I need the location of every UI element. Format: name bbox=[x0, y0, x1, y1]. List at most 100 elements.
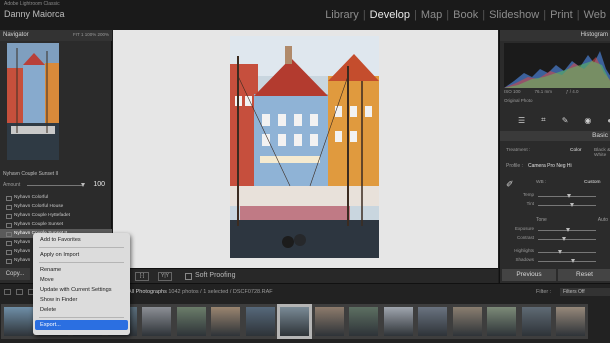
previous-button[interactable]: Previous bbox=[502, 269, 556, 281]
app-name: Adobe Lightroom Classic bbox=[4, 1, 60, 7]
wb-select[interactable]: Custom bbox=[584, 180, 601, 185]
menu-item-rename[interactable]: Rename bbox=[33, 265, 130, 275]
exif-info: ISO 100 76.1 mm ƒ / 4.0 bbox=[504, 89, 610, 94]
menu-item-move[interactable]: Move bbox=[33, 275, 130, 285]
filter-select[interactable]: Filters Off bbox=[560, 288, 610, 296]
amount-slider-thumb[interactable] bbox=[80, 183, 85, 187]
module-book[interactable]: Book bbox=[453, 9, 478, 21]
before-after-view-button[interactable]: Y|Y bbox=[158, 272, 172, 281]
crop-icon[interactable]: ⌗ bbox=[541, 115, 546, 125]
histogram bbox=[504, 43, 610, 88]
navigator-preview[interactable] bbox=[7, 43, 59, 160]
filmstrip-source: All Photographs bbox=[128, 289, 167, 295]
main-photo[interactable] bbox=[230, 36, 379, 258]
tint-slider[interactable]: Tint bbox=[504, 201, 609, 209]
filmstrip-thumbnail[interactable] bbox=[346, 304, 381, 339]
image-canvas[interactable] bbox=[113, 30, 498, 268]
slider-thumb[interactable] bbox=[557, 250, 562, 254]
amount-slider-track[interactable] bbox=[27, 185, 83, 186]
histogram-header[interactable]: Histogram bbox=[500, 30, 610, 41]
loupe-view-button[interactable]: [·] bbox=[135, 272, 149, 281]
treatment-bw-option[interactable]: Black & White bbox=[594, 148, 610, 158]
thumbnail-image bbox=[452, 307, 482, 336]
second-window-icon[interactable] bbox=[4, 289, 11, 295]
slider-label: Contrast bbox=[516, 235, 534, 240]
filmstrip-source-info[interactable]: All Photographs 1042 photos / 1 selected… bbox=[128, 289, 273, 295]
slider-thumb[interactable] bbox=[565, 228, 570, 232]
menu-separator bbox=[39, 247, 124, 248]
module-slideshow[interactable]: Slideshow bbox=[489, 9, 539, 21]
slider-thumb[interactable] bbox=[570, 203, 575, 207]
filmstrip-thumbnail[interactable] bbox=[311, 304, 347, 339]
preset-item[interactable]: Nyhavn Couple Hyttefadet bbox=[0, 211, 112, 220]
slider-label: Shadows bbox=[515, 257, 534, 262]
filmstrip-thumbnail[interactable] bbox=[484, 304, 519, 339]
preset-item[interactable]: Nyhavn Colorful bbox=[0, 193, 112, 202]
module-print[interactable]: Print bbox=[550, 9, 573, 21]
filmstrip-thumbnail[interactable] bbox=[449, 304, 485, 339]
contrast-slider[interactable]: Contrast bbox=[504, 235, 609, 243]
soft-proofing-checkbox[interactable] bbox=[185, 273, 192, 280]
filmstrip-thumbnail[interactable] bbox=[139, 304, 174, 339]
slider-label: Temp bbox=[522, 192, 534, 197]
slider-track[interactable] bbox=[538, 252, 596, 253]
copy-button[interactable]: Copy... bbox=[0, 268, 30, 280]
slider-track[interactable] bbox=[538, 239, 596, 240]
slider-thumb[interactable] bbox=[567, 194, 572, 198]
tone-auto-button[interactable]: Auto bbox=[598, 217, 608, 223]
amount-slider-row[interactable]: Amount 100 bbox=[3, 181, 107, 190]
module-library[interactable]: Library bbox=[325, 9, 359, 21]
treatment-label: Treatment : bbox=[506, 148, 531, 153]
original-photo-checkbox[interactable]: Original Photo bbox=[504, 98, 533, 103]
amount-value[interactable]: 100 bbox=[93, 181, 105, 188]
wb-label: WB : bbox=[536, 180, 547, 185]
menu-item-delete[interactable]: Delete bbox=[33, 305, 130, 315]
filmstrip-thumbnail[interactable] bbox=[518, 304, 554, 339]
menu-item-apply-on-import[interactable]: Apply on Import bbox=[33, 250, 130, 260]
menu-item-show-in-finder[interactable]: Show in Finder bbox=[33, 295, 130, 305]
thumbnail-image bbox=[487, 307, 516, 336]
preset-item[interactable]: Nyhavn Couple Sunset bbox=[0, 220, 112, 229]
module-map[interactable]: Map bbox=[421, 9, 442, 21]
temp-slider[interactable]: Temp bbox=[504, 192, 609, 200]
navigator-title: Navigator bbox=[3, 32, 29, 38]
filmstrip-thumbnail[interactable] bbox=[380, 304, 416, 339]
filmstrip-thumbnail[interactable] bbox=[277, 304, 312, 339]
red-eye-icon[interactable]: ◉ bbox=[584, 116, 591, 125]
menu-item-update-with-current-settings[interactable]: Update with Current Settings bbox=[33, 285, 130, 295]
navigator-zoom-levels[interactable]: FIT 1 100% 200% bbox=[73, 32, 109, 37]
thumbnail-image bbox=[211, 307, 240, 336]
menu-item-export[interactable]: Export... bbox=[35, 320, 128, 330]
grid-icon[interactable] bbox=[16, 289, 23, 295]
slider-track[interactable] bbox=[538, 205, 596, 206]
profile-select[interactable]: Camera Pro Neg Hi bbox=[528, 163, 572, 169]
filmstrip-thumbnail[interactable] bbox=[415, 304, 450, 339]
menu-item-add-to-favorites[interactable]: Add to Favorites bbox=[33, 235, 130, 245]
filmstrip-thumbnail[interactable] bbox=[208, 304, 243, 339]
exposure-slider[interactable]: Exposure bbox=[504, 226, 609, 234]
reset-button[interactable]: Reset bbox=[558, 269, 610, 281]
filmstrip-thumbnail[interactable] bbox=[173, 304, 209, 339]
profile-label: Profile : bbox=[506, 163, 523, 169]
module-develop[interactable]: Develop bbox=[370, 9, 410, 21]
eyedropper-icon[interactable]: ✐ bbox=[506, 179, 514, 190]
thumbnail-image bbox=[280, 307, 309, 336]
filmstrip-thumbnail[interactable] bbox=[242, 304, 278, 339]
shadows-slider[interactable]: Shadows bbox=[504, 257, 609, 265]
slider-thumb[interactable] bbox=[571, 259, 576, 263]
slider-label: Tint bbox=[526, 201, 534, 206]
treatment-color-option[interactable]: Color bbox=[570, 148, 581, 153]
navigator-header[interactable]: Navigator FIT 1 100% 200% bbox=[0, 30, 112, 41]
healing-icon[interactable]: ✎ bbox=[562, 116, 569, 125]
filmstrip-thumbnail[interactable] bbox=[1, 304, 36, 339]
highlights-slider[interactable]: Highlights bbox=[504, 248, 609, 256]
module-web[interactable]: Web bbox=[584, 9, 606, 21]
basic-panel-header[interactable]: Basic bbox=[500, 131, 610, 141]
preset-item[interactable]: Nyhavn Colorful House bbox=[0, 202, 112, 211]
slider-thumb[interactable] bbox=[561, 237, 566, 241]
slider-track[interactable] bbox=[538, 261, 596, 262]
menu-separator bbox=[39, 262, 124, 263]
sliders-icon[interactable]: ☰ bbox=[518, 116, 525, 125]
filmstrip-thumbnail[interactable] bbox=[553, 304, 588, 339]
tone-label: Tone bbox=[536, 217, 547, 223]
